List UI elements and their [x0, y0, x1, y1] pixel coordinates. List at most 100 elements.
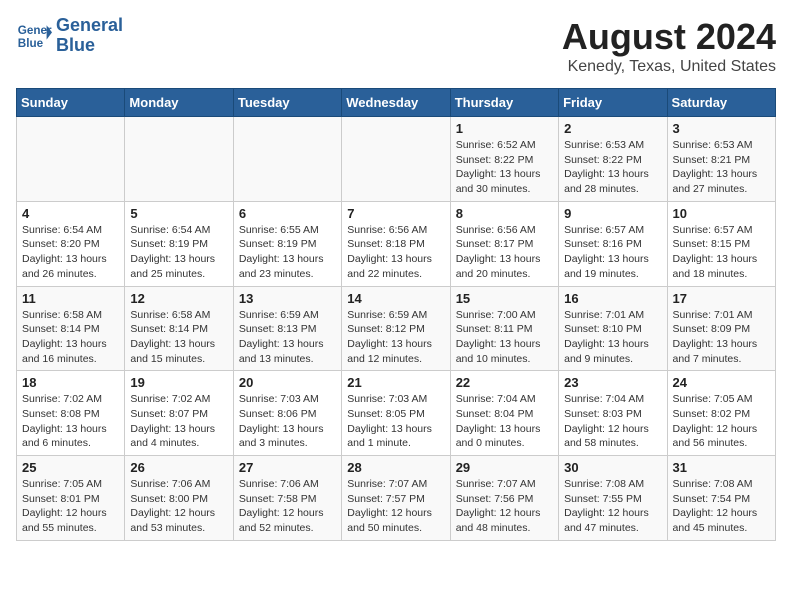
- day-cell: 3 Sunrise: 6:53 AM Sunset: 8:21 PM Daylig…: [667, 117, 775, 202]
- day-cell: 28Sunrise: 7:07 AM Sunset: 7:57 PM Dayli…: [342, 456, 450, 541]
- day-number: 10: [673, 206, 770, 221]
- day-info: Sunrise: 7:08 AM Sunset: 7:55 PM Dayligh…: [564, 477, 661, 536]
- title-area: August 2024 Kenedy, Texas, United States: [562, 16, 776, 76]
- calendar-title: August 2024: [562, 16, 776, 58]
- day-cell: 19Sunrise: 7:02 AM Sunset: 8:07 PM Dayli…: [125, 371, 233, 456]
- day-number: 30: [564, 460, 661, 475]
- day-number: 8: [456, 206, 553, 221]
- day-info: Sunrise: 7:06 AM Sunset: 7:58 PM Dayligh…: [239, 477, 336, 536]
- day-number: 1: [456, 121, 553, 136]
- header-cell-monday: Monday: [125, 89, 233, 117]
- day-cell: 14 Sunrise: 6:59 AM Sunset: 8:12 PM Dayli…: [342, 286, 450, 371]
- week-row-1: 1Sunrise: 6:52 AM Sunset: 8:22 PM Daylig…: [17, 117, 776, 202]
- day-number: 6: [239, 206, 336, 221]
- day-cell: 31 Sunrise: 7:08 AM Sunset: 7:54 PM Dayli…: [667, 456, 775, 541]
- header-cell-sunday: Sunday: [17, 89, 125, 117]
- day-info: Sunrise: 7:08 AM Sunset: 7:54 PM Dayligh…: [673, 477, 770, 536]
- day-cell: 26 Sunrise: 7:06 AM Sunset: 8:00 PM Dayli…: [125, 456, 233, 541]
- day-cell: 11 Sunrise: 6:58 AM Sunset: 8:14 PM Dayli…: [17, 286, 125, 371]
- day-number: 21: [347, 375, 444, 390]
- day-info: Sunrise: 6:53 AM Sunset: 8:22 PM Dayligh…: [564, 138, 661, 197]
- week-row-2: 4 Sunrise: 6:54 AM Sunset: 8:20 PM Daylig…: [17, 201, 776, 286]
- day-number: 28: [347, 460, 444, 475]
- day-number: 25: [22, 460, 119, 475]
- day-cell: 22Sunrise: 7:04 AM Sunset: 8:04 PM Dayli…: [450, 371, 558, 456]
- day-cell: 16 Sunrise: 7:01 AM Sunset: 8:10 PM Dayli…: [559, 286, 667, 371]
- day-number: 29: [456, 460, 553, 475]
- day-number: 23: [564, 375, 661, 390]
- day-cell: 27 Sunrise: 7:06 AM Sunset: 7:58 PM Dayli…: [233, 456, 341, 541]
- day-info: Sunrise: 7:06 AM Sunset: 8:00 PM Dayligh…: [130, 477, 227, 536]
- day-info: Sunrise: 6:57 AM Sunset: 8:16 PM Dayligh…: [564, 223, 661, 282]
- calendar-table: SundayMondayTuesdayWednesdayThursdayFrid…: [16, 88, 776, 541]
- day-cell: 1Sunrise: 6:52 AM Sunset: 8:22 PM Daylig…: [450, 117, 558, 202]
- day-cell: 4 Sunrise: 6:54 AM Sunset: 8:20 PM Daylig…: [17, 201, 125, 286]
- week-row-4: 18 Sunrise: 7:02 AM Sunset: 8:08 PM Dayli…: [17, 371, 776, 456]
- day-cell: 20Sunrise: 7:03 AM Sunset: 8:06 PM Dayli…: [233, 371, 341, 456]
- day-cell: 13 Sunrise: 6:59 AM Sunset: 8:13 PM Dayli…: [233, 286, 341, 371]
- day-number: 26: [130, 460, 227, 475]
- day-number: 31: [673, 460, 770, 475]
- header-cell-tuesday: Tuesday: [233, 89, 341, 117]
- day-cell: [125, 117, 233, 202]
- day-info: Sunrise: 7:04 AM Sunset: 8:04 PM Dayligh…: [456, 392, 553, 451]
- day-info: Sunrise: 6:54 AM Sunset: 8:20 PM Dayligh…: [22, 223, 119, 282]
- day-cell: 23Sunrise: 7:04 AM Sunset: 8:03 PM Dayli…: [559, 371, 667, 456]
- day-cell: 15Sunrise: 7:00 AM Sunset: 8:11 PM Dayli…: [450, 286, 558, 371]
- day-cell: [233, 117, 341, 202]
- day-info: Sunrise: 6:54 AM Sunset: 8:19 PM Dayligh…: [130, 223, 227, 282]
- header-cell-wednesday: Wednesday: [342, 89, 450, 117]
- header-cell-saturday: Saturday: [667, 89, 775, 117]
- day-cell: 24 Sunrise: 7:05 AM Sunset: 8:02 PM Dayli…: [667, 371, 775, 456]
- day-cell: 25 Sunrise: 7:05 AM Sunset: 8:01 PM Dayli…: [17, 456, 125, 541]
- day-number: 18: [22, 375, 119, 390]
- day-cell: 2 Sunrise: 6:53 AM Sunset: 8:22 PM Daylig…: [559, 117, 667, 202]
- day-info: Sunrise: 6:56 AM Sunset: 8:17 PM Dayligh…: [456, 223, 553, 282]
- header-cell-thursday: Thursday: [450, 89, 558, 117]
- day-cell: 9 Sunrise: 6:57 AM Sunset: 8:16 PM Daylig…: [559, 201, 667, 286]
- day-number: 3: [673, 121, 770, 136]
- day-number: 4: [22, 206, 119, 221]
- day-info: Sunrise: 6:59 AM Sunset: 8:12 PM Dayligh…: [347, 308, 444, 367]
- svg-text:Blue: Blue: [18, 37, 44, 50]
- calendar-header-row: SundayMondayTuesdayWednesdayThursdayFrid…: [17, 89, 776, 117]
- day-info: Sunrise: 6:53 AM Sunset: 8:21 PM Dayligh…: [673, 138, 770, 197]
- day-info: Sunrise: 6:59 AM Sunset: 8:13 PM Dayligh…: [239, 308, 336, 367]
- day-cell: 5Sunrise: 6:54 AM Sunset: 8:19 PM Daylig…: [125, 201, 233, 286]
- day-cell: 10 Sunrise: 6:57 AM Sunset: 8:15 PM Dayli…: [667, 201, 775, 286]
- day-cell: 8 Sunrise: 6:56 AM Sunset: 8:17 PM Daylig…: [450, 201, 558, 286]
- day-number: 11: [22, 291, 119, 306]
- day-number: 12: [130, 291, 227, 306]
- day-number: 14: [347, 291, 444, 306]
- day-number: 13: [239, 291, 336, 306]
- day-cell: 7 Sunrise: 6:56 AM Sunset: 8:18 PM Daylig…: [342, 201, 450, 286]
- day-info: Sunrise: 6:56 AM Sunset: 8:18 PM Dayligh…: [347, 223, 444, 282]
- day-number: 20: [239, 375, 336, 390]
- day-number: 16: [564, 291, 661, 306]
- day-info: Sunrise: 6:58 AM Sunset: 8:14 PM Dayligh…: [130, 308, 227, 367]
- day-info: Sunrise: 7:02 AM Sunset: 8:08 PM Dayligh…: [22, 392, 119, 451]
- day-number: 2: [564, 121, 661, 136]
- day-info: Sunrise: 6:58 AM Sunset: 8:14 PM Dayligh…: [22, 308, 119, 367]
- day-number: 17: [673, 291, 770, 306]
- day-info: Sunrise: 7:05 AM Sunset: 8:02 PM Dayligh…: [673, 392, 770, 451]
- week-row-5: 25 Sunrise: 7:05 AM Sunset: 8:01 PM Dayli…: [17, 456, 776, 541]
- day-info: Sunrise: 7:02 AM Sunset: 8:07 PM Dayligh…: [130, 392, 227, 451]
- header-cell-friday: Friday: [559, 89, 667, 117]
- day-info: Sunrise: 6:57 AM Sunset: 8:15 PM Dayligh…: [673, 223, 770, 282]
- day-number: 24: [673, 375, 770, 390]
- day-cell: 21Sunrise: 7:03 AM Sunset: 8:05 PM Dayli…: [342, 371, 450, 456]
- week-row-3: 11 Sunrise: 6:58 AM Sunset: 8:14 PM Dayli…: [17, 286, 776, 371]
- day-cell: 18 Sunrise: 7:02 AM Sunset: 8:08 PM Dayli…: [17, 371, 125, 456]
- day-number: 27: [239, 460, 336, 475]
- day-number: 7: [347, 206, 444, 221]
- logo-text-blue: Blue: [56, 36, 123, 56]
- day-cell: 17Sunrise: 7:01 AM Sunset: 8:09 PM Dayli…: [667, 286, 775, 371]
- day-info: Sunrise: 7:01 AM Sunset: 8:10 PM Dayligh…: [564, 308, 661, 367]
- calendar-subtitle: Kenedy, Texas, United States: [562, 58, 776, 76]
- header: General Blue General Blue August 2024 Ke…: [16, 16, 776, 76]
- day-info: Sunrise: 7:05 AM Sunset: 8:01 PM Dayligh…: [22, 477, 119, 536]
- day-info: Sunrise: 7:00 AM Sunset: 8:11 PM Dayligh…: [456, 308, 553, 367]
- day-cell: 30 Sunrise: 7:08 AM Sunset: 7:55 PM Dayli…: [559, 456, 667, 541]
- day-number: 9: [564, 206, 661, 221]
